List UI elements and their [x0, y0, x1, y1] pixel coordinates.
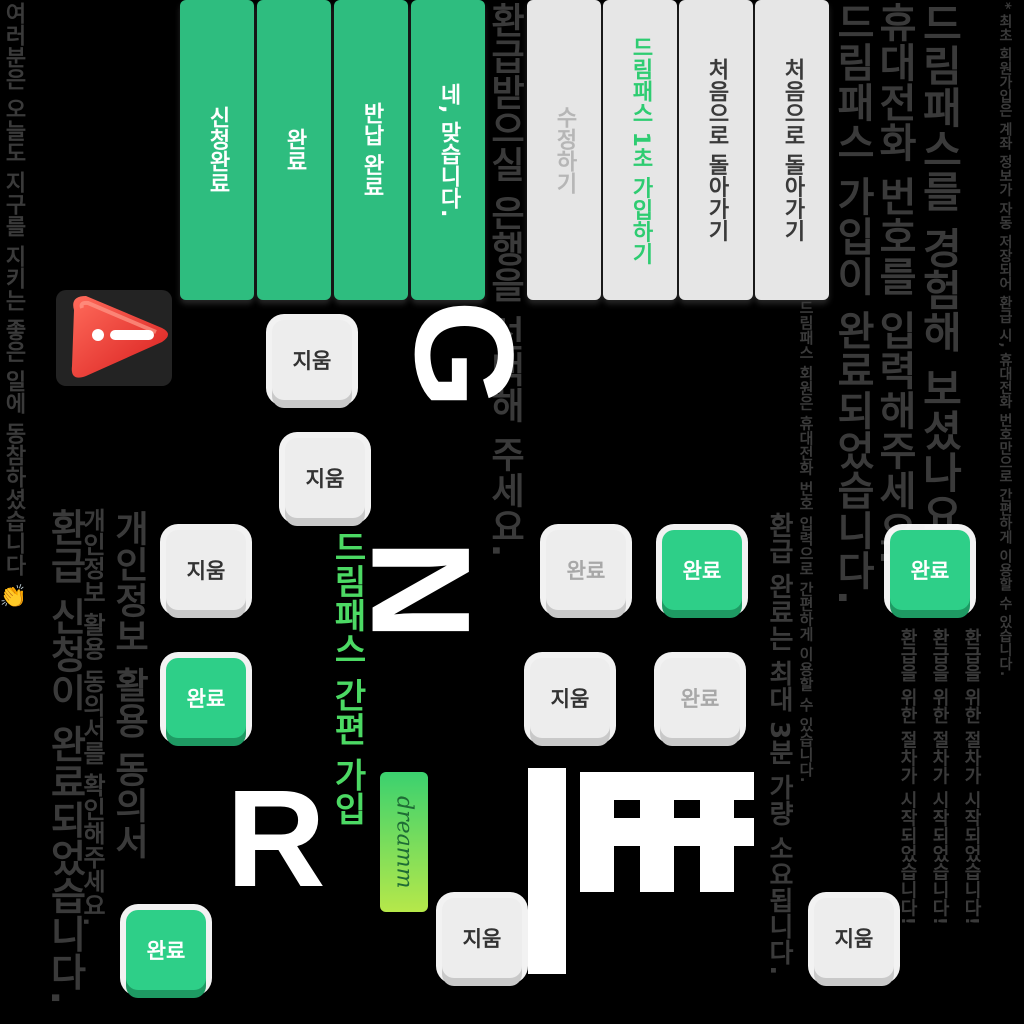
right-heading-1: 드림패스를 경험해 보셨나요? [915, 2, 964, 560]
right-small-text: 드림패스 회원은 휴대전화 번호 입력으로 간편하게 이용할 수 있습니다. [797, 300, 815, 783]
procedure-text-3: 환급을 위한 절차가 시작되었습니다! [897, 628, 918, 926]
left-heading-1: 개인정보 활용 동의서 [108, 510, 149, 860]
right-mid-text: 환급 완료는 최대 3분 가량 소요됩니다. [764, 512, 794, 976]
done-key[interactable]: 완료 [890, 530, 970, 610]
apply-complete-button[interactable]: 신청완료 [180, 0, 254, 300]
dreampass-signup-button[interactable]: 드림패스 1초 가입하기 [603, 0, 677, 300]
delete-key[interactable]: 지움 [166, 530, 246, 610]
delete-key[interactable]: 지움 [272, 320, 352, 400]
left-heading-2: 개인정보 활용 동의서를 확인해주세요. [78, 508, 106, 927]
brand-title: 드림패스 간편 가입 [327, 530, 367, 826]
done-key[interactable]: 완료 [662, 530, 742, 610]
letter-e: E [528, 768, 754, 974]
delete-key[interactable]: 지움 [530, 658, 610, 738]
done-key[interactable]: 완료 [126, 910, 206, 990]
done-key-disabled[interactable]: 완료 [546, 530, 626, 610]
go-home-button-2[interactable]: 처음으로 돌아가기 [755, 0, 829, 300]
letter-g: G [386, 300, 543, 409]
letter-n: N [342, 539, 500, 641]
return-complete-button[interactable]: 반납 완료 [334, 0, 408, 300]
delete-key[interactable]: 지움 [285, 438, 365, 518]
complete-button[interactable]: 완료 [257, 0, 331, 300]
done-key-disabled[interactable]: 완료 [660, 658, 740, 738]
go-home-button-1[interactable]: 처음으로 돌아가기 [679, 0, 753, 300]
right-note: * 최초 회원가입은 계좌 정보가 자동 저장되어 환급 시, 휴대전화 번호만… [997, 2, 1013, 677]
confirm-yes-button[interactable]: 네, 맞습니다. [411, 0, 485, 300]
delete-key[interactable]: 지움 [814, 898, 894, 978]
right-heading-3: 드림패스 가입이 완료되었습니다. [829, 2, 875, 606]
edit-button[interactable]: 수정하기 [527, 0, 601, 300]
left-small-text: 여러분은 오늘도 지구를 지키는 좋은 일에 동참하셨습니다 👏 [1, 2, 26, 611]
right-heading-2: 휴대전화 번호를 입력해주세요. [871, 2, 917, 566]
procedure-text-1: 환급을 위한 절차가 시작되었습니다! [961, 628, 982, 926]
dreamm-logo-icon: dreamm [380, 772, 428, 912]
procedure-text-2: 환급을 위한 절차가 시작되었습니다! [929, 628, 950, 926]
delete-key[interactable]: 지움 [442, 898, 522, 978]
letter-r: R [226, 762, 326, 916]
warning-icon [52, 282, 176, 392]
center-heading: 환급받으실 은행을 선택해 주세요. [484, 2, 525, 558]
done-key[interactable]: 완료 [166, 658, 246, 738]
